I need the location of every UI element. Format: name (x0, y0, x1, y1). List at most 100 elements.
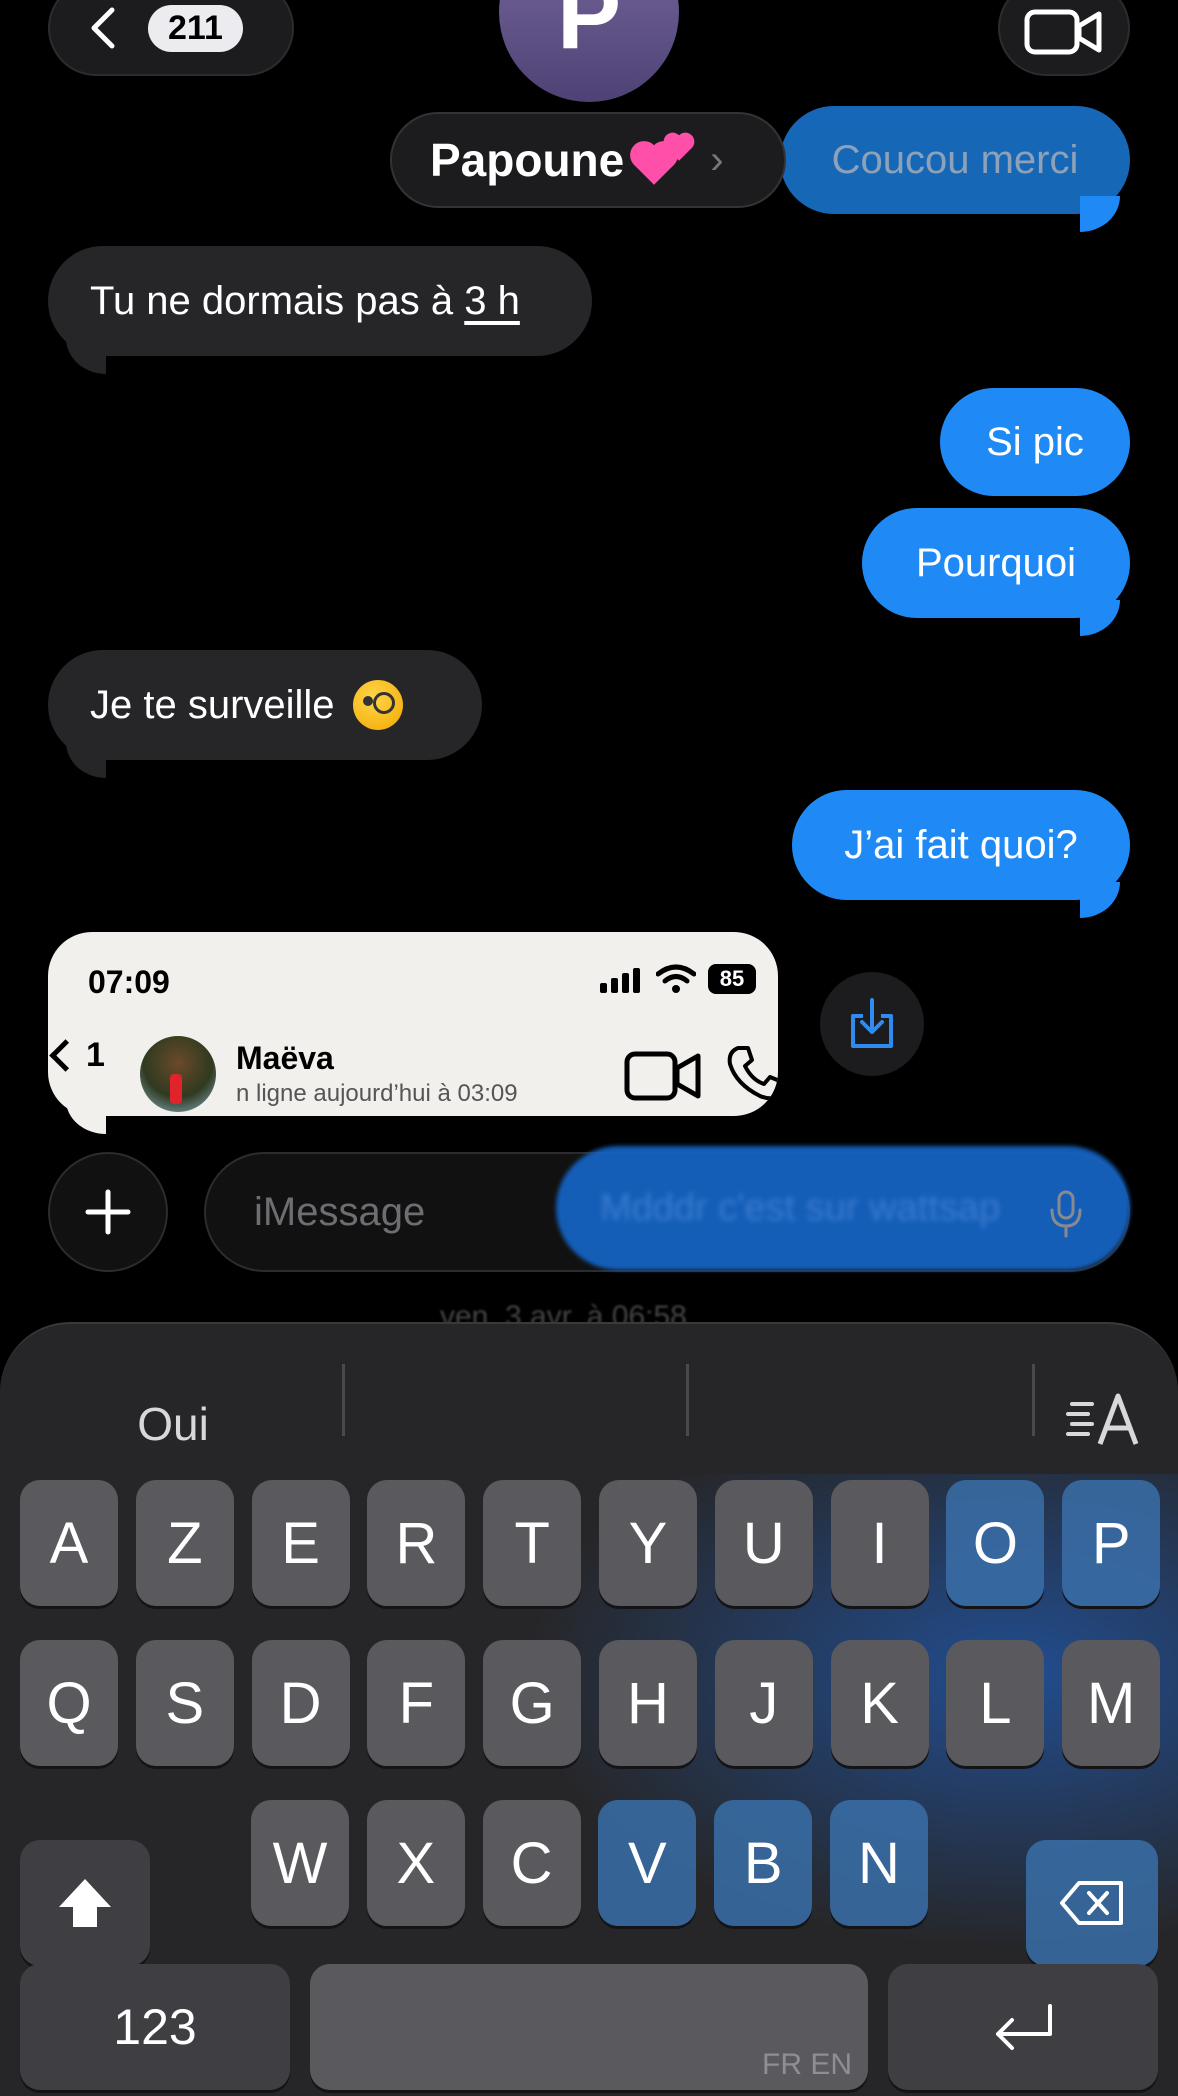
microphone-icon[interactable] (1048, 1190, 1084, 1238)
key-t[interactable]: T (483, 1480, 582, 1606)
key-label: T (514, 1510, 550, 1576)
chevron-left-icon (91, 7, 115, 49)
date-link[interactable]: 3 h (464, 279, 520, 323)
key-label: G (509, 1670, 555, 1736)
message-text: Tu ne dormais pas à 3 h (90, 278, 520, 323)
text-format-icon[interactable] (1066, 1390, 1146, 1450)
key-a[interactable]: A (20, 1480, 118, 1606)
key-w[interactable]: W (251, 1800, 349, 1926)
key-label: S (165, 1670, 205, 1736)
key-d[interactable]: D (251, 1640, 350, 1766)
key-g[interactable]: G (483, 1640, 582, 1766)
key-e[interactable]: E (251, 1480, 350, 1606)
return-key[interactable] (888, 1964, 1158, 2090)
key-label: U (742, 1510, 785, 1576)
message-text: Pourquoi (915, 540, 1077, 585)
plus-icon (85, 1189, 131, 1235)
key-x[interactable]: X (366, 1800, 465, 1926)
save-attachment-button[interactable] (820, 972, 924, 1076)
back-button[interactable]: 211 (48, 0, 294, 76)
key-n[interactable]: N (830, 1800, 928, 1926)
key-r[interactable]: R (367, 1480, 466, 1606)
message-bubble-incoming[interactable]: Je te surveille (48, 650, 482, 760)
apps-plus-button[interactable] (48, 1152, 168, 1272)
space-bar[interactable]: FR EN (310, 1964, 868, 2090)
key-label: I (871, 1510, 888, 1576)
video-camera-icon (1024, 9, 1102, 55)
language-indicator: FR EN (762, 2048, 852, 2081)
screenshot-contact-avatar (140, 1036, 216, 1112)
suggestion-item[interactable] (360, 1374, 680, 1474)
suggestion-divider (1032, 1364, 1035, 1436)
video-camera-icon (624, 1051, 701, 1101)
contact-avatar[interactable]: P (499, 0, 679, 102)
message-input-placeholder: iMessage (254, 1189, 426, 1234)
cellular-signal-icon (600, 968, 640, 993)
screenshot-attachment[interactable]: 07:09 85 1 Maëva n ligne aujourd’hui à 0… (48, 932, 778, 1116)
sending-message-text: Mdddr c'est sur wattsap (600, 1186, 1001, 1229)
two-hearts-emoji-icon (634, 133, 694, 187)
facetime-video-button[interactable] (998, 0, 1130, 76)
key-y[interactable]: Y (599, 1480, 697, 1606)
key-label: L (979, 1670, 1012, 1736)
message-text: Coucou merci (831, 137, 1079, 182)
wifi-icon (656, 964, 696, 993)
battery-icon: 85 (708, 964, 756, 994)
backspace-icon (1060, 1881, 1123, 1925)
screenshot-contact-status: n ligne aujourd’hui à 03:09 (236, 1080, 518, 1107)
key-o[interactable]: O (946, 1480, 1045, 1606)
key-i[interactable]: I (830, 1480, 929, 1606)
shift-arrow-icon (59, 1879, 111, 1927)
key-j[interactable]: J (714, 1640, 813, 1766)
key-label: X (396, 1830, 436, 1896)
download-tray-icon (851, 998, 893, 1048)
key-label: B (743, 1830, 783, 1896)
key-q[interactable]: Q (20, 1640, 118, 1766)
bubble-tail (66, 1100, 106, 1134)
key-label: O (972, 1510, 1018, 1576)
avatar-initial: P (556, 0, 622, 69)
screenshot-contact-name: Maëva (236, 1040, 334, 1076)
keyboard: Oui 123 FR EN A Z E R T Y U I O P Q S D F G H J K L M W X C V B N (0, 1322, 1178, 2096)
numbers-key-label: 123 (113, 1999, 197, 2055)
key-z[interactable]: Z (135, 1480, 234, 1606)
key-h[interactable]: H (599, 1640, 697, 1766)
contact-name-pill[interactable]: Papoune › (390, 112, 786, 208)
message-bubble-incoming[interactable]: Tu ne dormais pas à 3 h (48, 246, 592, 356)
key-k[interactable]: K (830, 1640, 929, 1766)
key-s[interactable]: S (135, 1640, 234, 1766)
key-label: D (279, 1670, 322, 1736)
bubble-tail (66, 338, 106, 374)
key-v[interactable]: V (598, 1800, 697, 1926)
key-b[interactable]: B (714, 1800, 813, 1926)
message-bubble-outgoing[interactable]: Si pic (940, 388, 1130, 496)
chevron-right-icon: › (710, 137, 724, 182)
key-label: H (627, 1670, 669, 1736)
key-label: Z (167, 1510, 203, 1576)
return-arrow-icon (996, 2004, 1052, 2050)
key-label: K (860, 1670, 899, 1736)
contact-name: Papoune (430, 134, 625, 186)
key-label: C (510, 1830, 553, 1896)
bubble-tail (1080, 882, 1120, 918)
key-f[interactable]: F (367, 1640, 466, 1766)
key-c[interactable]: C (482, 1800, 581, 1926)
shift-key[interactable] (20, 1840, 150, 1966)
suggestion-item[interactable] (704, 1374, 1024, 1474)
key-label: Y (628, 1510, 668, 1576)
key-m[interactable]: M (1062, 1640, 1161, 1766)
key-label: Q (46, 1670, 92, 1736)
screenshot-time: 07:09 (88, 964, 170, 1000)
message-bubble-outgoing[interactable]: Coucou merci (780, 106, 1130, 214)
suggestion-item[interactable]: Oui (20, 1374, 326, 1474)
key-l[interactable]: L (946, 1640, 1045, 1766)
suggestion-divider (686, 1364, 689, 1436)
delete-key[interactable] (1026, 1840, 1158, 1966)
key-p[interactable]: P (1062, 1480, 1161, 1606)
key-u[interactable]: U (714, 1480, 813, 1606)
screenshot-back-count: 1 (86, 1036, 105, 1074)
numbers-key[interactable]: 123 (20, 1964, 290, 2090)
sending-message-bubble: Mdddr c'est sur wattsap (556, 1146, 1130, 1270)
bubble-tail (1080, 196, 1120, 232)
key-label: W (272, 1830, 328, 1896)
